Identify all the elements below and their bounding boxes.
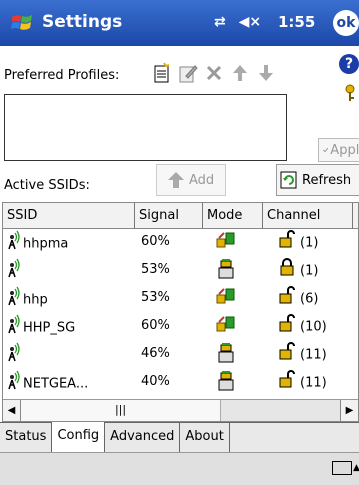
table-row[interactable]: hhpma 60% (1) — [3, 230, 358, 253]
lock-open-icon — [279, 342, 295, 368]
ssid-text: hhp — [23, 292, 48, 308]
tab-about[interactable]: About — [180, 423, 230, 452]
active-ssids-label: Active SSIDs: — [4, 178, 90, 193]
lock-open-icon — [279, 314, 295, 340]
preferred-profiles-list[interactable] — [4, 94, 287, 161]
ssid-table[interactable]: SSID Signal Mode Channel hhpma 60% (1) 53% (… — [2, 202, 359, 422]
channel-cell: (1) — [279, 258, 318, 281]
scroll-left-button[interactable]: ◀ — [3, 400, 21, 421]
infrastructure-mode-icon — [215, 230, 237, 253]
help-button[interactable]: ? — [339, 54, 359, 74]
horizontal-scrollbar[interactable]: ◀ ||| ▶ — [3, 399, 358, 421]
scroll-right-button[interactable]: ▶ — [340, 400, 358, 421]
add-arrow-icon — [168, 172, 184, 188]
ssid-text: hhpma — [23, 236, 69, 252]
signal-cell: 46% — [141, 346, 170, 361]
signal-antenna-icon — [5, 370, 23, 398]
channel-cell: (6) — [279, 286, 318, 309]
adhoc-mode-icon — [215, 258, 237, 281]
tab-config[interactable]: Config — [52, 422, 106, 452]
channel-cell: (10) — [279, 314, 327, 337]
ok-button[interactable]: ok — [333, 10, 359, 36]
signal-cell: 60% — [141, 318, 170, 333]
signal-antenna-icon — [5, 342, 23, 370]
table-header: SSID Signal Mode Channel — [3, 203, 358, 229]
clock[interactable]: 1:55 — [278, 13, 315, 31]
checkmark-icon — [323, 147, 329, 153]
refresh-icon — [280, 171, 297, 189]
infrastructure-mode-icon — [215, 286, 237, 309]
signal-cell: 53% — [141, 262, 170, 277]
table-row[interactable]: 46% (11) — [3, 342, 358, 365]
ssid-cell — [5, 342, 23, 365]
start-menu-icon[interactable] — [10, 11, 34, 35]
refresh-label: Refresh — [302, 172, 352, 188]
signal-cell: 53% — [141, 290, 170, 305]
preferred-profiles-label: Preferred Profiles: — [4, 68, 120, 83]
ssid-cell — [5, 258, 23, 281]
column-ssid[interactable]: SSID — [3, 203, 135, 229]
edit-profile-icon[interactable] — [176, 60, 200, 86]
apply-label: Apply — [330, 142, 359, 158]
table-row[interactable]: NETGEA... 40% (11) — [3, 370, 358, 393]
channel-text: (6) — [300, 291, 319, 307]
signal-cell: 40% — [141, 374, 170, 389]
channel-text: (11) — [300, 375, 327, 391]
scroll-thumb[interactable]: ||| — [21, 400, 221, 421]
refresh-button[interactable]: Refresh — [276, 164, 359, 196]
channel-text: (10) — [300, 319, 327, 335]
add-label: Add — [189, 172, 215, 188]
ssid-cell: hhpma — [5, 230, 68, 253]
adhoc-mode-icon — [215, 342, 237, 365]
speaker-mute-icon[interactable]: ◀× — [239, 14, 262, 30]
lock-open-icon — [279, 370, 295, 396]
move-up-icon[interactable] — [228, 60, 252, 86]
add-button[interactable]: Add — [156, 164, 226, 196]
lock-open-icon — [279, 286, 295, 312]
signal-cell: 60% — [141, 234, 170, 249]
signal-antenna-icon — [5, 314, 23, 342]
settings-content: Preferred Profiles: ? Apply Active SSIDs… — [0, 46, 359, 422]
channel-cell: (1) — [279, 230, 318, 253]
tab-advanced[interactable]: Advanced — [105, 423, 181, 452]
profile-toolbar — [150, 60, 278, 88]
column-mode[interactable]: Mode — [203, 203, 263, 229]
column-signal[interactable]: Signal — [135, 203, 203, 229]
signal-antenna-icon — [5, 230, 23, 258]
ssid-cell: HHP_SG — [5, 314, 75, 337]
ssid-text: HHP_SG — [23, 320, 76, 336]
signal-antenna-icon — [5, 286, 23, 314]
table-row[interactable]: 53% (1) — [3, 258, 358, 281]
channel-text: (1) — [300, 235, 319, 251]
channel-cell: (11) — [279, 370, 327, 393]
ssid-cell: NETGEA... — [5, 370, 88, 393]
apply-button[interactable]: Apply — [318, 138, 359, 162]
signal-antenna-icon — [5, 258, 23, 286]
lock-open-icon — [279, 230, 295, 256]
infrastructure-mode-icon — [215, 314, 237, 337]
menu-bar: ▲ — [0, 452, 359, 485]
status-icons[interactable]: ⇄ ◀× — [214, 14, 261, 30]
table-row[interactable]: hhp 53% (6) — [3, 286, 358, 309]
input-menu-arrow-icon[interactable]: ▲ — [353, 463, 359, 473]
move-down-icon[interactable] — [254, 60, 278, 86]
table-row[interactable]: HHP_SG 60% (10) — [3, 314, 358, 337]
channel-text: (1) — [300, 263, 319, 279]
delete-icon[interactable] — [202, 60, 226, 86]
tab-bar: Status Config Advanced About — [0, 422, 359, 452]
adhoc-mode-icon — [215, 370, 237, 393]
column-channel[interactable]: Channel — [263, 203, 353, 229]
new-profile-icon[interactable] — [150, 60, 174, 86]
tab-status[interactable]: Status — [0, 423, 53, 452]
connectivity-icon[interactable]: ⇄ — [214, 14, 226, 30]
key-icon[interactable] — [341, 84, 359, 102]
channel-text: (11) — [300, 347, 327, 363]
ssid-cell: hhp — [5, 286, 48, 309]
channel-cell: (11) — [279, 342, 327, 365]
title-bar: Settings ⇄ ◀× 1:55 ok — [0, 0, 359, 46]
keyboard-icon[interactable] — [332, 461, 352, 475]
lock-closed-icon — [279, 258, 295, 284]
ssid-text: NETGEA... — [23, 376, 89, 392]
window-title: Settings — [42, 12, 123, 32]
